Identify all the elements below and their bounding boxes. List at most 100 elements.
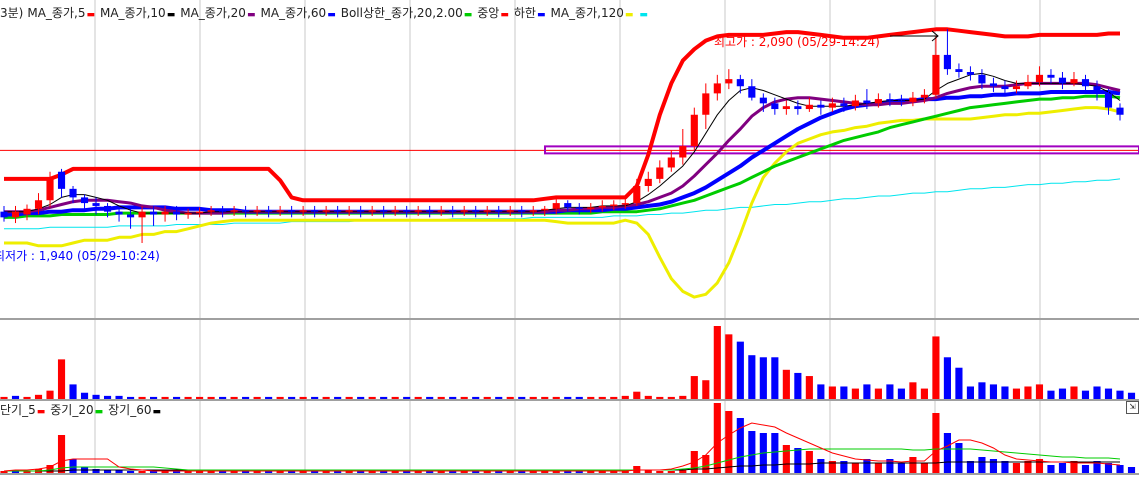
expand-icon[interactable]: ⇲: [1126, 401, 1139, 414]
volume-ma-bar: [863, 459, 871, 473]
volume-ma-bar: [874, 463, 882, 473]
candle-body: [276, 210, 284, 212]
candle-body: [92, 203, 100, 206]
candle-body: [1093, 86, 1101, 94]
volume-ma-bar: [1001, 461, 1009, 473]
volume-ma-bar: [667, 471, 675, 473]
candle-body: [1058, 77, 1067, 84]
candle-body: [1035, 74, 1044, 82]
volume-bar: [978, 382, 986, 399]
legend-swatch: ▬: [94, 407, 104, 417]
volume-bar: [656, 396, 664, 399]
candle-body: [978, 74, 986, 84]
volume-bar: [529, 396, 537, 399]
candle-body: [989, 83, 998, 87]
volume-bar: [920, 388, 928, 399]
volume-bar: [1127, 392, 1136, 399]
volume-bar: [150, 396, 158, 399]
volume-short-ma-line: [3, 422, 1121, 472]
legend-swatch: ▬: [152, 407, 161, 417]
volume-bar: [288, 396, 296, 399]
legend-item: MA_종가,60▬: [260, 6, 336, 20]
candle-body: [345, 210, 353, 212]
volume-bar: [805, 376, 813, 399]
volume-bar: [587, 396, 595, 399]
volume-bar: [334, 396, 342, 399]
volume-bar: [230, 396, 238, 399]
volume-bar: [840, 386, 848, 399]
volume-bar: [1058, 388, 1067, 399]
legend-item: 중앙▬: [477, 6, 510, 20]
candle-body: [115, 211, 123, 215]
candle-body: [138, 211, 146, 218]
candle-body: [322, 210, 330, 212]
candle-body: [966, 72, 974, 75]
volume-bar: [518, 396, 526, 399]
candle-body: [518, 210, 526, 212]
volume-bar: [138, 396, 146, 399]
volume-ma-bar: [748, 431, 756, 473]
legend-swatch: ▬: [536, 10, 546, 20]
volume-bar: [472, 396, 480, 399]
volume-bar: [299, 396, 307, 399]
candle-body: [1104, 93, 1113, 108]
volume-ma-bar: [702, 455, 710, 473]
candle-body: [311, 210, 319, 212]
candle-body: [1001, 86, 1009, 90]
legend-item: MA_종가,120▬: [550, 6, 634, 20]
legend-item: 장기_60▬: [108, 403, 162, 417]
volume-ma-bar: [1024, 461, 1032, 473]
candle-body: [1070, 79, 1078, 84]
candle-body: [403, 210, 411, 212]
candle-body: [529, 210, 537, 212]
low-price-annotation: 최저가 : 1,940 (05/29-10:24): [0, 249, 160, 263]
legend-label: MA_종가,60: [260, 6, 327, 20]
price-legend: 3분) MA_종가,5▬ MA_종가,10▬ MA_종가,20▬ MA_종가,60▬ Bo…: [0, 6, 653, 22]
volume-bar: [311, 396, 319, 399]
volume-bar: [1035, 384, 1044, 399]
volume-bar: [713, 326, 721, 399]
legend-swatch: ▬: [463, 10, 473, 20]
volume-bar: [598, 396, 606, 399]
volume-bar: [794, 372, 802, 399]
legend-label: MA_종가,10: [99, 6, 166, 20]
volume-bar: [1070, 386, 1078, 399]
volume-bar: [748, 355, 756, 399]
candle-body: [702, 93, 710, 115]
volume-bar: [1001, 386, 1009, 399]
volume-bar: [1081, 390, 1090, 399]
legend-swatch: ▬: [327, 10, 336, 20]
volume-bar: [92, 394, 100, 399]
volume-bar: [1104, 388, 1113, 399]
bollinger-lower-line: [4, 106, 1121, 299]
candle-body: [886, 99, 894, 101]
volume-ma-bar: [1116, 465, 1124, 473]
ma10-line: [4, 81, 1121, 215]
volume-bar: [828, 386, 836, 399]
volume-bar: [1012, 388, 1021, 399]
volume-bar: [1024, 386, 1032, 399]
volume-bar: [679, 395, 687, 399]
candle-body: [794, 106, 802, 110]
candle-body: [23, 208, 31, 215]
candle-body: [46, 178, 54, 201]
volume-bar: [736, 341, 744, 399]
volume-ma-bar: [1081, 465, 1090, 473]
volume-ma-bar: [725, 411, 733, 473]
volume-mid-ma-line: [4, 448, 1121, 472]
legend-label: MA_종가,120: [550, 6, 624, 20]
legend-item: MA_종가,10▬: [100, 6, 176, 20]
candle-body: [633, 186, 641, 204]
candle-body: [690, 114, 698, 147]
candle-body: [380, 210, 388, 212]
candle-body: [299, 210, 307, 212]
volume-ma-bar: [794, 448, 802, 473]
volume-bar: [414, 396, 422, 399]
candle-body: [368, 210, 376, 212]
legend-label: 하한: [513, 6, 536, 20]
candle-body: [955, 69, 963, 72]
volume-ma-bar: [1058, 463, 1067, 473]
volume-bar: [1047, 390, 1055, 399]
candle-body: [472, 210, 480, 212]
volume-bar: [0, 396, 8, 399]
